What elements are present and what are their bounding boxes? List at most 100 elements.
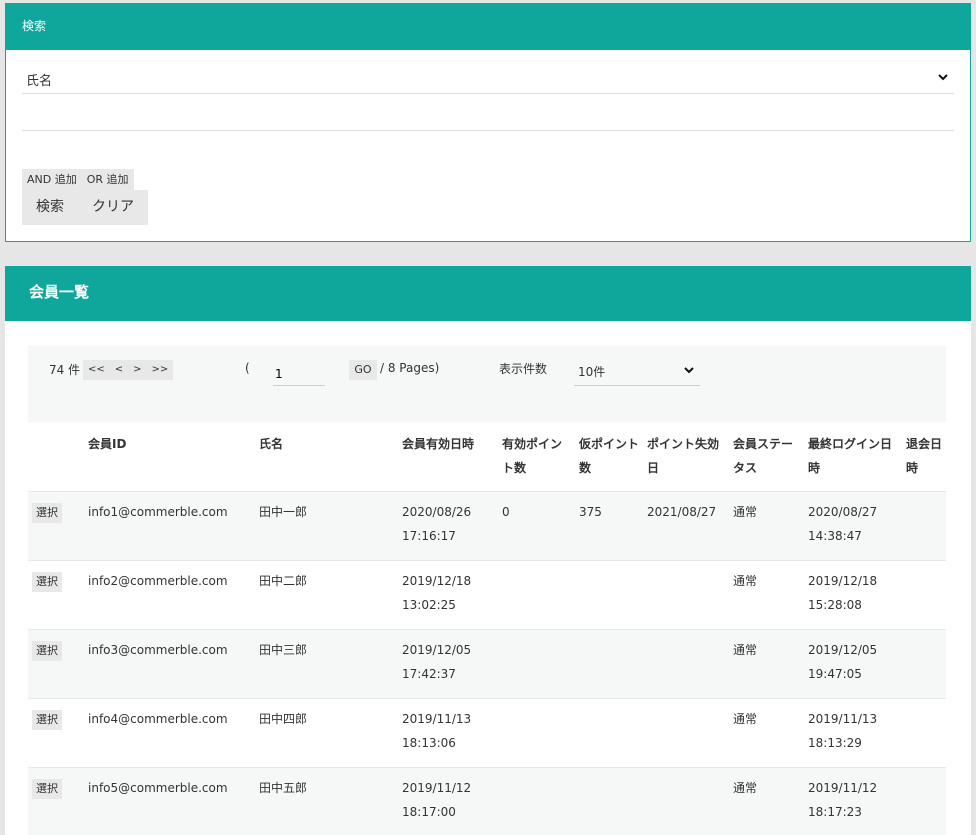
temp-points-cell [575,559,643,629]
valid-date-cell: 2020/08/26 17:16:17 [398,490,498,560]
select-button[interactable]: 選択 [32,571,62,592]
table-row: 選択 info1@commerble.com 田中一郎 2020/08/26 1… [28,490,946,560]
go-button[interactable]: GO [349,360,377,380]
last-login-cell: 2019/11/13 18:13:29 [804,697,902,767]
search-panel-title: 検索 [6,4,970,50]
member-id-cell: info2@commerble.com [84,559,255,629]
member-id-cell: info1@commerble.com [84,490,255,560]
withdrawal-cell [902,766,946,835]
total-pages: / 8 Pages) [380,361,440,375]
and-add-button[interactable]: AND 追加 [22,169,82,190]
search-field-value: 氏名 [26,74,53,89]
last-login-cell: 2020/08/27 14:38:47 [804,490,902,560]
name-cell: 田中五郎 [255,766,398,835]
column-header-last-login[interactable]: 最終ログイン日時 [804,422,902,491]
column-header-valid-date[interactable]: 会員有効日時 [398,422,498,491]
table-row: 選択 info3@commerble.com 田中三郎 2019/12/05 1… [28,628,946,698]
table-row: 選択 info4@commerble.com 田中四郎 2019/11/13 1… [28,697,946,767]
select-cell: 選択 [28,628,84,698]
prev-page-button[interactable]: < [110,360,128,380]
result-count: 74 件 [49,363,81,377]
status-cell: 通常 [729,559,804,629]
column-header-member-id[interactable]: 会員ID [84,422,255,491]
member-id-cell: info4@commerble.com [84,697,255,767]
select-cell: 選択 [28,559,84,629]
page-size-select[interactable]: 10件 [574,359,700,386]
search-action-buttons: 検索 クリア [22,190,148,225]
search-button[interactable]: 検索 [22,190,78,225]
name-cell: 田中三郎 [255,628,398,698]
member-list-panel: 会員一覧 74 件 << < > >> ( GO / 8 Pages) 表示件数… [5,266,971,835]
first-page-button[interactable]: << [83,360,110,380]
search-input[interactable] [22,104,954,131]
search-field-select[interactable]: 氏名 [22,64,954,94]
chevron-down-icon [684,367,694,374]
select-cell: 選択 [28,766,84,835]
valid-date-cell: 2019/11/13 18:13:06 [398,697,498,767]
column-header-temp-points[interactable]: 仮ポイント数 [575,422,643,491]
search-panel: 検索 氏名 AND 追加 OR 追加 検索 クリア [5,3,971,242]
valid-points-cell [498,766,575,835]
withdrawal-cell [902,490,946,560]
table-row: 選択 info2@commerble.com 田中二郎 2019/12/18 1… [28,559,946,629]
temp-points-cell [575,697,643,767]
select-button[interactable]: 選択 [32,640,62,661]
point-expiry-cell [643,628,729,698]
valid-points-cell: 0 [498,490,575,560]
chevron-down-icon [938,74,948,81]
valid-points-cell [498,697,575,767]
clear-button[interactable]: クリア [78,190,148,225]
member-list-title: 会員一覧 [5,266,971,321]
status-cell: 通常 [729,766,804,835]
withdrawal-cell [902,628,946,698]
column-header-withdrawal[interactable]: 退会日時 [902,422,946,491]
valid-date-cell: 2019/12/05 17:42:37 [398,628,498,698]
condition-buttons: AND 追加 OR 追加 [22,169,134,190]
name-cell: 田中一郎 [255,490,398,560]
withdrawal-cell [902,697,946,767]
last-page-button[interactable]: >> [147,360,174,380]
table-header-row: 会員ID 氏名 会員有効日時 有効ポイント数 仮ポイント数 ポイント失効日 会員… [28,422,946,491]
valid-date-cell: 2019/11/12 18:17:00 [398,766,498,835]
last-login-cell: 2019/12/05 19:47:05 [804,628,902,698]
status-cell: 通常 [729,628,804,698]
column-header-name[interactable]: 氏名 [255,422,398,491]
page-size-label: 表示件数 [499,362,548,376]
last-login-cell: 2019/11/12 18:17:23 [804,766,902,835]
page-size-value: 10件 [578,365,606,379]
page-nav: << < > >> [83,360,174,380]
table-row: 選択 info5@commerble.com 田中五郎 2019/11/12 1… [28,766,946,835]
name-cell: 田中四郎 [255,697,398,767]
member-id-cell: info5@commerble.com [84,766,255,835]
column-header-point-expiry[interactable]: ポイント失効日 [643,422,729,491]
valid-date-cell: 2019/12/18 13:02:25 [398,559,498,629]
select-button[interactable]: 選択 [32,502,62,523]
last-login-cell: 2019/12/18 15:28:08 [804,559,902,629]
pager: 74 件 << < > >> ( GO / 8 Pages) 表示件数 10件 [28,346,946,422]
column-header-valid-points[interactable]: 有効ポイント数 [498,422,575,491]
select-column-header [28,422,84,491]
page-open-paren: ( [245,361,250,375]
point-expiry-cell: 2021/08/27 [643,490,729,560]
page-number-input[interactable] [273,362,325,386]
point-expiry-cell [643,697,729,767]
temp-points-cell [575,766,643,835]
member-table: 会員ID 氏名 会員有効日時 有効ポイント数 仮ポイント数 ポイント失効日 会員… [28,422,946,835]
temp-points-cell: 375 [575,490,643,560]
valid-points-cell [498,559,575,629]
withdrawal-cell [902,559,946,629]
next-page-button[interactable]: > [128,360,146,380]
column-header-status[interactable]: 会員ステータス [729,422,804,491]
or-add-button[interactable]: OR 追加 [82,169,134,190]
select-button[interactable]: 選択 [32,709,62,730]
select-cell: 選択 [28,490,84,560]
member-id-cell: info3@commerble.com [84,628,255,698]
valid-points-cell [498,628,575,698]
status-cell: 通常 [729,697,804,767]
point-expiry-cell [643,559,729,629]
status-cell: 通常 [729,490,804,560]
point-expiry-cell [643,766,729,835]
select-button[interactable]: 選択 [32,778,62,799]
select-cell: 選択 [28,697,84,767]
temp-points-cell [575,628,643,698]
